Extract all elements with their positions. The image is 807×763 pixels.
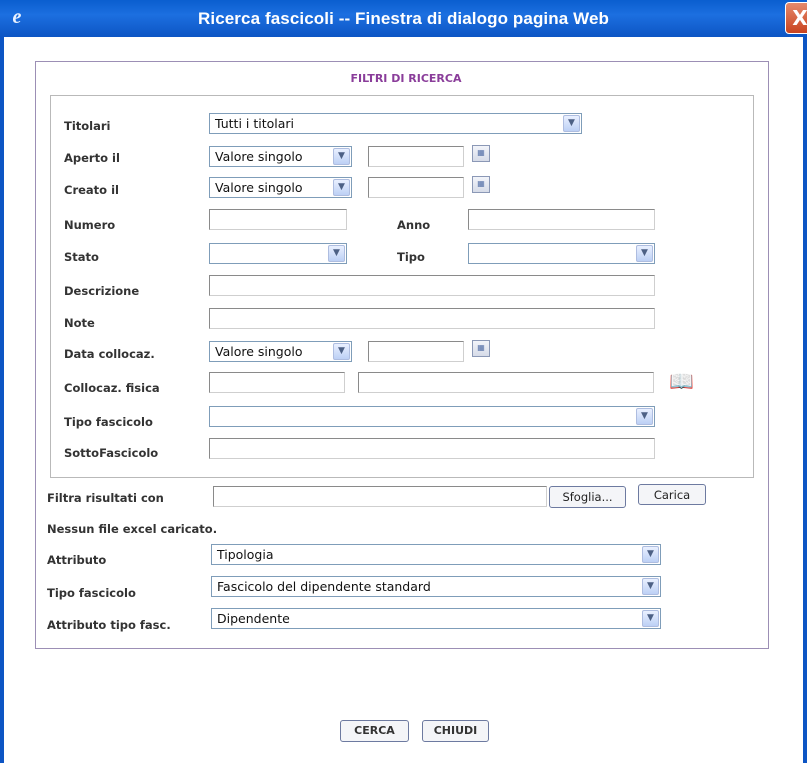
creato-il-label: Creato il [64, 183, 119, 197]
attributo-label: Attributo [47, 553, 107, 567]
browse-button[interactable]: Sfoglia... [549, 486, 626, 508]
close-window-button[interactable]: X [785, 2, 807, 34]
tipo-fascicolo-label: Tipo fascicolo [64, 415, 153, 429]
collocaz-fisica-input-1[interactable] [209, 372, 345, 393]
titolari-label: Titolari [64, 119, 111, 133]
aperto-il-label: Aperto il [64, 151, 120, 165]
data-collocaz-date-input[interactable] [368, 341, 464, 362]
creato-il-date-input[interactable] [368, 177, 464, 198]
stato-label: Stato [64, 250, 99, 264]
attributo-select[interactable]: Tipologia ▼ [211, 544, 661, 565]
chevron-down-icon[interactable]: ▼ [642, 546, 659, 563]
window-title: Ricerca fascicoli -- Finestra di dialogo… [198, 9, 609, 28]
note-label: Note [64, 316, 95, 330]
data-collocaz-mode-value: Valore singolo [215, 344, 303, 359]
stato-select[interactable]: ▼ [209, 243, 347, 264]
chevron-down-icon[interactable]: ▼ [328, 245, 345, 262]
anno-label: Anno [397, 218, 431, 232]
anno-input[interactable] [468, 209, 655, 230]
load-button[interactable]: Carica [638, 484, 706, 505]
numero-input[interactable] [209, 209, 347, 230]
panel-title: FILTRI DI RICERCA [350, 72, 462, 85]
data-collocaz-label: Data collocaz. [64, 347, 155, 361]
calendar-icon[interactable]: ▦ [472, 145, 490, 162]
sotto-fascicolo-input[interactable] [209, 438, 655, 459]
titolari-value: Tutti i titolari [215, 116, 295, 131]
chevron-down-icon[interactable]: ▼ [333, 343, 350, 360]
window-frame-left [0, 37, 4, 763]
tipo-select[interactable]: ▼ [468, 243, 655, 264]
tipo-label: Tipo [397, 250, 425, 264]
chevron-down-icon[interactable]: ▼ [563, 115, 580, 132]
file-path-input[interactable] [213, 486, 547, 507]
calendar-icon[interactable]: ▦ [472, 340, 490, 357]
close-button[interactable]: CHIUDI [422, 720, 489, 742]
chevron-down-icon[interactable]: ▼ [636, 408, 653, 425]
collocaz-fisica-input-2[interactable] [358, 372, 654, 393]
collocaz-fisica-label: Collocaz. fisica [64, 381, 160, 395]
tipo-fascicolo-select[interactable]: ▼ [209, 406, 655, 427]
aperto-il-mode-value: Valore singolo [215, 149, 303, 164]
sotto-fascicolo-label: SottoFascicolo [64, 446, 159, 460]
chevron-down-icon[interactable]: ▼ [636, 245, 653, 262]
descrizione-label: Descrizione [64, 284, 140, 298]
note-input[interactable] [209, 308, 655, 329]
chevron-down-icon[interactable]: ▼ [642, 578, 659, 595]
titolari-select[interactable]: Tutti i titolari ▼ [209, 113, 582, 134]
attributo-tipo-fasc-label: Attributo tipo fasc. [47, 618, 171, 632]
creato-il-mode-select[interactable]: Valore singolo ▼ [209, 177, 352, 198]
book-icon[interactable]: 📖 [669, 371, 694, 391]
chevron-down-icon[interactable]: ▼ [333, 148, 350, 165]
search-button[interactable]: CERCA [340, 720, 409, 742]
tipo-fascicolo-extra-value: Fascicolo del dipendente standard [217, 579, 431, 594]
numero-label: Numero [64, 218, 116, 232]
creato-il-mode-value: Valore singolo [215, 180, 303, 195]
data-collocaz-mode-select[interactable]: Valore singolo ▼ [209, 341, 352, 362]
chevron-down-icon[interactable]: ▼ [333, 179, 350, 196]
attributo-value: Tipologia [217, 547, 274, 562]
attributo-tipo-fasc-value: Dipendente [217, 611, 290, 626]
calendar-icon[interactable]: ▦ [472, 176, 490, 193]
upload-status-text: Nessun file excel caricato. [47, 522, 218, 536]
aperto-il-mode-select[interactable]: Valore singolo ▼ [209, 146, 352, 167]
descrizione-input[interactable] [209, 275, 655, 296]
window-frame-right [803, 37, 807, 763]
filtra-risultati-label: Filtra risultati con [47, 491, 164, 505]
attributo-tipo-fasc-select[interactable]: Dipendente ▼ [211, 608, 661, 629]
chevron-down-icon[interactable]: ▼ [642, 610, 659, 627]
tipo-fascicolo-extra-label: Tipo fascicolo [47, 586, 136, 600]
tipo-fascicolo-extra-select[interactable]: Fascicolo del dipendente standard ▼ [211, 576, 661, 597]
aperto-il-date-input[interactable] [368, 146, 464, 167]
